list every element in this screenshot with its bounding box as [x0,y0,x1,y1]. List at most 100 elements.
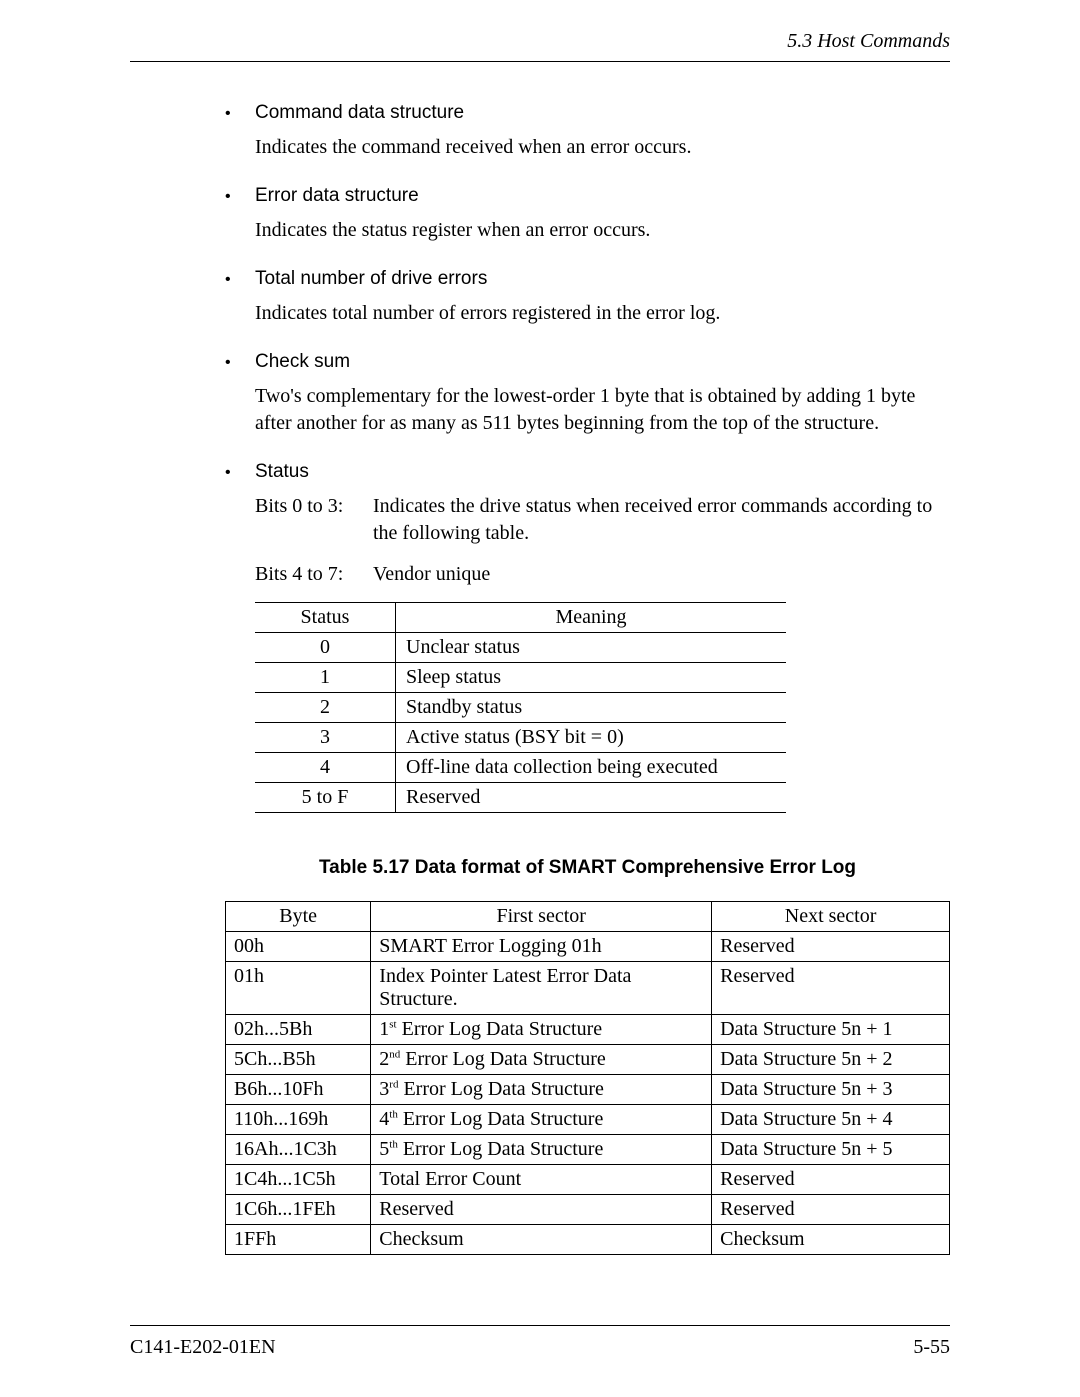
table-header-row: Status Meaning [255,603,786,633]
cell: Checksum [712,1225,950,1255]
table-row: 01h Index Pointer Latest Error Data Stru… [226,962,950,1015]
bullet-title: Check sum [255,351,350,373]
smart-table: Byte First sector Next sector 00h SMART … [225,901,950,1255]
cell: 5 to F [255,783,396,813]
bullet-desc: Indicates total number of errors registe… [255,300,950,327]
bullet-icon: • [225,354,255,372]
cell: Checksum [371,1225,712,1255]
cell: Reserved [371,1195,712,1225]
doc-id: C141-E202-01EN [130,1336,276,1359]
col-header: First sector [371,902,712,932]
cell: B6h...10Fh [226,1075,371,1105]
cell: Data Structure 5n + 5 [712,1135,950,1165]
bullet-title: Status [255,461,309,483]
bullet-item: • Error data structure Indicates the sta… [225,185,950,244]
cell: Reserved [712,1165,950,1195]
bits-label: Bits 4 to 7: [255,561,373,588]
section-label: 5.3 Host Commands [787,30,950,52]
bits-row: Bits 0 to 3: Indicates the drive status … [255,493,950,547]
bullet-icon: • [225,271,255,289]
bullet-title: Error data structure [255,185,419,207]
cell: Total Error Count [371,1165,712,1195]
bits-text: Indicates the drive status when received… [373,493,950,547]
table-caption: Table 5.17 Data format of SMART Comprehe… [225,857,950,879]
table-row: B6h...10Fh 3rd Error Log Data Structure … [226,1075,950,1105]
bullet-item: • Command data structure Indicates the c… [225,102,950,161]
cell: Data Structure 5n + 1 [712,1015,950,1045]
bullet-desc: Two's complementary for the lowest-order… [255,383,950,437]
col-header: Byte [226,902,371,932]
cell: 16Ah...1C3h [226,1135,371,1165]
cell: Data Structure 5n + 3 [712,1075,950,1105]
cell: 00h [226,932,371,962]
bullet-title: Total number of drive errors [255,268,487,290]
cell: Data Structure 5n + 4 [712,1105,950,1135]
cell: 02h...5Bh [226,1015,371,1045]
bullet-item: • Check sum Two's complementary for the … [225,351,950,437]
cell: 01h [226,962,371,1015]
bullet-desc: Indicates the command received when an e… [255,134,950,161]
cell: Reserved [396,783,787,813]
bits-row: Bits 4 to 7: Vendor unique [255,561,950,588]
cell: 1C6h...1FEh [226,1195,371,1225]
table-row: 3Active status (BSY bit = 0) [255,723,786,753]
table-row: 00h SMART Error Logging 01h Reserved [226,932,950,962]
table-row: 2Standby status [255,693,786,723]
cell: Reserved [712,1195,950,1225]
table-row: 1C4h...1C5h Total Error Count Reserved [226,1165,950,1195]
cell: 0 [255,633,396,663]
cell: Standby status [396,693,787,723]
cell: Off-line data collection being executed [396,753,787,783]
cell: Data Structure 5n + 2 [712,1045,950,1075]
table-row: 4Off-line data collection being executed [255,753,786,783]
bullet-title: Command data structure [255,102,464,124]
table-row: 1Sleep status [255,663,786,693]
col-header: Meaning [396,603,787,633]
table-header-row: Byte First sector Next sector [226,902,950,932]
cell: 1C4h...1C5h [226,1165,371,1195]
cell: 2 [255,693,396,723]
bullet-icon: • [225,464,255,482]
bullet-item: • Total number of drive errors Indicates… [225,268,950,327]
page-number: 5-55 [913,1336,950,1359]
cell: 1 [255,663,396,693]
page-footer: C141-E202-01EN 5-55 [130,1325,950,1359]
table-row: 1C6h...1FEh Reserved Reserved [226,1195,950,1225]
page-header: 5.3 Host Commands [130,30,950,62]
table-row: 16Ah...1C3h 5th Error Log Data Structure… [226,1135,950,1165]
cell: Reserved [712,932,950,962]
status-table: Status Meaning 0Unclear status 1Sleep st… [255,602,786,813]
col-header: Next sector [712,902,950,932]
bullet-icon: • [225,188,255,206]
table-row: 110h...169h 4th Error Log Data Structure… [226,1105,950,1135]
cell: 3rd Error Log Data Structure [371,1075,712,1105]
bullet-desc: Indicates the status register when an er… [255,217,950,244]
bullet-item: • Status Bits 0 to 3: Indicates the driv… [225,461,950,813]
page: 5.3 Host Commands • Command data structu… [0,0,1080,1397]
cell: 1st Error Log Data Structure [371,1015,712,1045]
cell: Active status (BSY bit = 0) [396,723,787,753]
cell: Unclear status [396,633,787,663]
table-row: 0Unclear status [255,633,786,663]
table-row: 5Ch...B5h 2nd Error Log Data Structure D… [226,1045,950,1075]
bits-label: Bits 0 to 3: [255,493,373,547]
content-area: • Command data structure Indicates the c… [130,102,950,1255]
table-row: 1FFh Checksum Checksum [226,1225,950,1255]
cell: 4 [255,753,396,783]
cell: 1FFh [226,1225,371,1255]
bullet-icon: • [225,105,255,123]
col-header: Status [255,603,396,633]
cell: Sleep status [396,663,787,693]
cell: 3 [255,723,396,753]
table-row: 5 to FReserved [255,783,786,813]
cell: 5Ch...B5h [226,1045,371,1075]
cell: 110h...169h [226,1105,371,1135]
cell: Reserved [712,962,950,1015]
cell: SMART Error Logging 01h [371,932,712,962]
cell: 5th Error Log Data Structure [371,1135,712,1165]
table-row: 02h...5Bh 1st Error Log Data Structure D… [226,1015,950,1045]
cell: 2nd Error Log Data Structure [371,1045,712,1075]
cell: 4th Error Log Data Structure [371,1105,712,1135]
cell: Index Pointer Latest Error Data Structur… [371,962,712,1015]
bits-text: Vendor unique [373,561,950,588]
